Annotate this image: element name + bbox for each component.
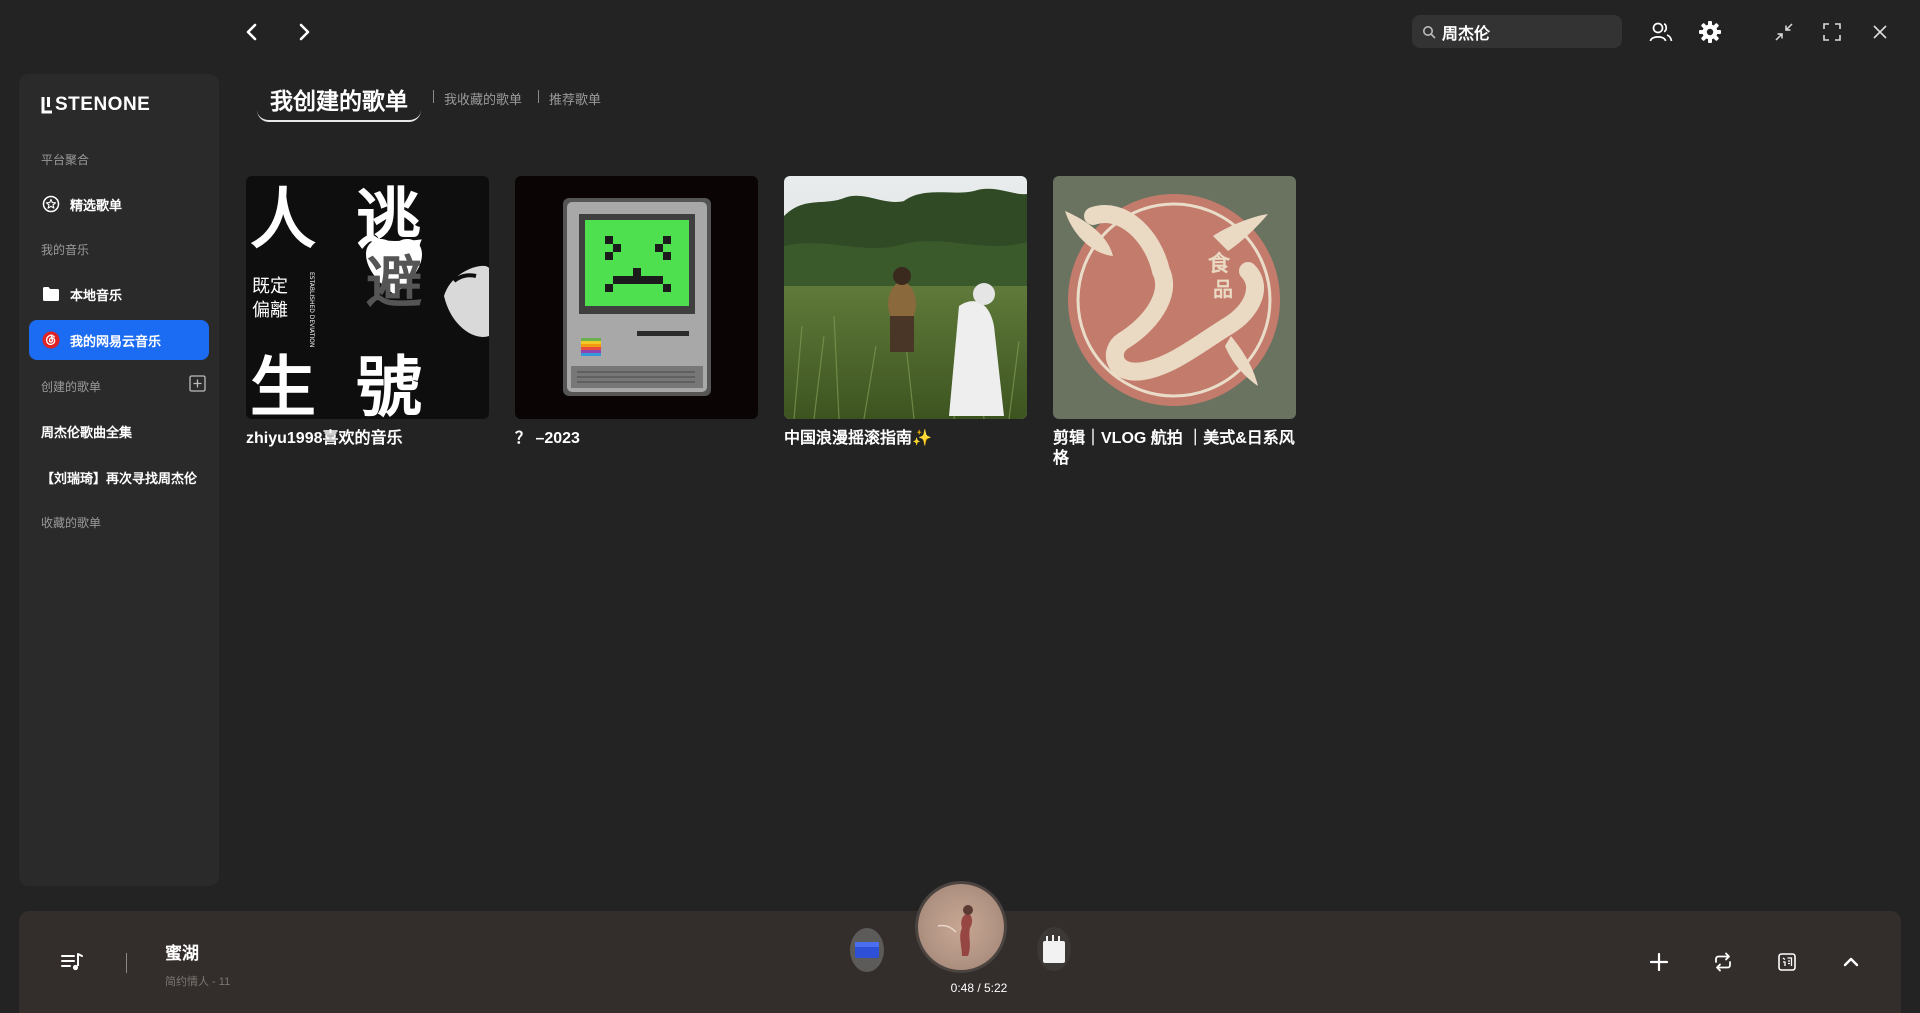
cover-char: 食 bbox=[1208, 251, 1231, 277]
settings-button[interactable] bbox=[1696, 18, 1724, 46]
collapse-icon bbox=[1775, 23, 1793, 41]
user-button[interactable] bbox=[1647, 18, 1675, 46]
playlist-title: 中国浪漫摇滚指南✨ bbox=[784, 430, 932, 447]
playlist-cover bbox=[784, 176, 1027, 419]
app-window: STENONE 平台聚合 精选歌单 我的音乐 本地音乐 我的网易云音乐 创建的歌… bbox=[0, 0, 1920, 1013]
cover-art: 食 品 bbox=[1065, 194, 1280, 406]
playlist-card[interactable]: 食 品 剪辑｜VLOG 航拍 ｜美式&日系风格 bbox=[1053, 176, 1296, 469]
logo-text: STENONE bbox=[55, 94, 151, 115]
cover-char: 號 bbox=[356, 349, 422, 419]
netease-icon bbox=[41, 330, 61, 350]
minimize-button[interactable] bbox=[1770, 18, 1798, 46]
search-box[interactable] bbox=[1412, 15, 1622, 48]
song-title: 蜜湖 bbox=[165, 944, 199, 963]
cover-art: 人 逃 避 生 號 既定 偏離 ESTABLISHED DEVIATION bbox=[250, 181, 489, 419]
playlist-cover: 食 品 bbox=[1053, 176, 1296, 419]
tab-collected-playlists[interactable]: 我收藏的歌单 bbox=[444, 89, 522, 108]
users-icon bbox=[1649, 22, 1673, 42]
sidebar-item-local-music[interactable]: 本地音乐 bbox=[29, 274, 209, 314]
back-button[interactable] bbox=[238, 18, 266, 46]
forward-button[interactable] bbox=[290, 18, 318, 46]
sidebar-item-label: 本地音乐 bbox=[70, 287, 123, 303]
queue-button[interactable] bbox=[59, 949, 85, 975]
playlist-card[interactable]: ？ –2023 bbox=[515, 176, 758, 449]
cover-vertical-text: ESTABLISHED DEVIATION bbox=[308, 272, 315, 347]
tab-divider bbox=[433, 90, 434, 103]
apple-logo-icon bbox=[581, 338, 601, 356]
lyrics-button[interactable] bbox=[1774, 949, 1800, 975]
sidebar-item-netease[interactable]: 我的网易云音乐 bbox=[29, 320, 209, 360]
section-my-music: 我的音乐 bbox=[41, 243, 90, 257]
folder-icon bbox=[41, 284, 61, 304]
expand-player-button[interactable] bbox=[1838, 949, 1864, 975]
cover-char: 逃 bbox=[356, 181, 422, 258]
playlist-cover bbox=[515, 176, 758, 419]
search-input[interactable] bbox=[1442, 22, 1612, 41]
playlist-card[interactable]: 中国浪漫摇滚指南✨ bbox=[784, 176, 1027, 449]
playlist-cover: 人 逃 避 生 號 既定 偏離 ESTABLISHED DEVIATION bbox=[246, 176, 489, 419]
player-divider bbox=[126, 953, 127, 973]
cover-art bbox=[784, 176, 1027, 419]
close-button[interactable] bbox=[1866, 18, 1894, 46]
sidebar-playlist-1[interactable]: 周杰伦歌曲全集 bbox=[41, 422, 203, 441]
add-to-playlist-button[interactable] bbox=[1646, 949, 1672, 975]
tab-created-playlists[interactable]: 我创建的歌单 bbox=[257, 74, 421, 122]
player-bar: 蜜湖 简约情人 - 11 0:48 / 5:22 bbox=[19, 881, 1901, 1013]
cover-char: 避 bbox=[366, 251, 422, 316]
section-collected: 收藏的歌单 bbox=[41, 516, 102, 530]
fullscreen-icon bbox=[1823, 23, 1841, 41]
add-playlist-button[interactable] bbox=[189, 375, 206, 392]
section-created: 创建的歌单 bbox=[41, 380, 102, 394]
playlist-title: 剪辑｜VLOG 航拍 ｜美式&日系风格 bbox=[1053, 430, 1295, 467]
cover-art bbox=[563, 198, 711, 396]
cover-char: 人 bbox=[250, 181, 316, 258]
chevron-right-icon bbox=[299, 23, 310, 41]
sidebar-item-label: 我的网易云音乐 bbox=[70, 333, 162, 349]
chevron-up-icon bbox=[1843, 957, 1859, 967]
playlist-title: zhiyu1998喜欢的音乐 bbox=[246, 430, 403, 447]
maximize-button[interactable] bbox=[1818, 18, 1846, 46]
now-playing-disc[interactable] bbox=[915, 881, 1007, 973]
gear-icon bbox=[1699, 21, 1721, 43]
chevron-left-icon bbox=[246, 23, 257, 41]
tab-recommended-playlists[interactable]: 推荐歌单 bbox=[549, 89, 601, 108]
sidebar-item-label: 精选歌单 bbox=[70, 197, 123, 213]
playlist-title: ？ –2023 bbox=[515, 430, 580, 447]
playlist-icon bbox=[61, 953, 83, 971]
sidebar: STENONE 平台聚合 精选歌单 我的音乐 本地音乐 我的网易云音乐 创建的歌… bbox=[19, 74, 219, 886]
next-track-cover[interactable] bbox=[1037, 927, 1071, 971]
plus-icon bbox=[1649, 952, 1669, 972]
close-icon bbox=[1873, 25, 1887, 39]
star-circle-icon bbox=[41, 194, 61, 214]
tab-divider bbox=[538, 90, 539, 103]
add-square-icon bbox=[189, 375, 206, 392]
sidebar-playlist-2[interactable]: 【刘瑞琦】再次寻找周杰伦 bbox=[41, 468, 203, 487]
cover-char: 生 bbox=[250, 349, 316, 419]
search-icon bbox=[1423, 25, 1436, 38]
app-logo: STENONE bbox=[41, 94, 150, 116]
sidebar-item-featured[interactable]: 精选歌单 bbox=[29, 184, 209, 224]
cover-small-text: 偏離 bbox=[252, 300, 288, 321]
previous-track-cover[interactable] bbox=[850, 928, 884, 972]
cover-char: 品 bbox=[1213, 277, 1233, 301]
logo-mark-icon bbox=[41, 97, 52, 114]
repeat-button[interactable] bbox=[1710, 949, 1736, 975]
repeat-icon bbox=[1715, 952, 1731, 972]
section-platform: 平台聚合 bbox=[41, 153, 90, 167]
playlist-card[interactable]: 人 逃 避 生 號 既定 偏離 ESTABLISHED DEVIATION zh… bbox=[246, 176, 489, 449]
lyrics-icon bbox=[1778, 953, 1796, 971]
cover-small-text: 既定 bbox=[252, 276, 288, 297]
song-subtitle: 简约情人 - 11 bbox=[165, 976, 231, 988]
playback-time: 0:48 / 5:22 bbox=[950, 981, 1008, 995]
